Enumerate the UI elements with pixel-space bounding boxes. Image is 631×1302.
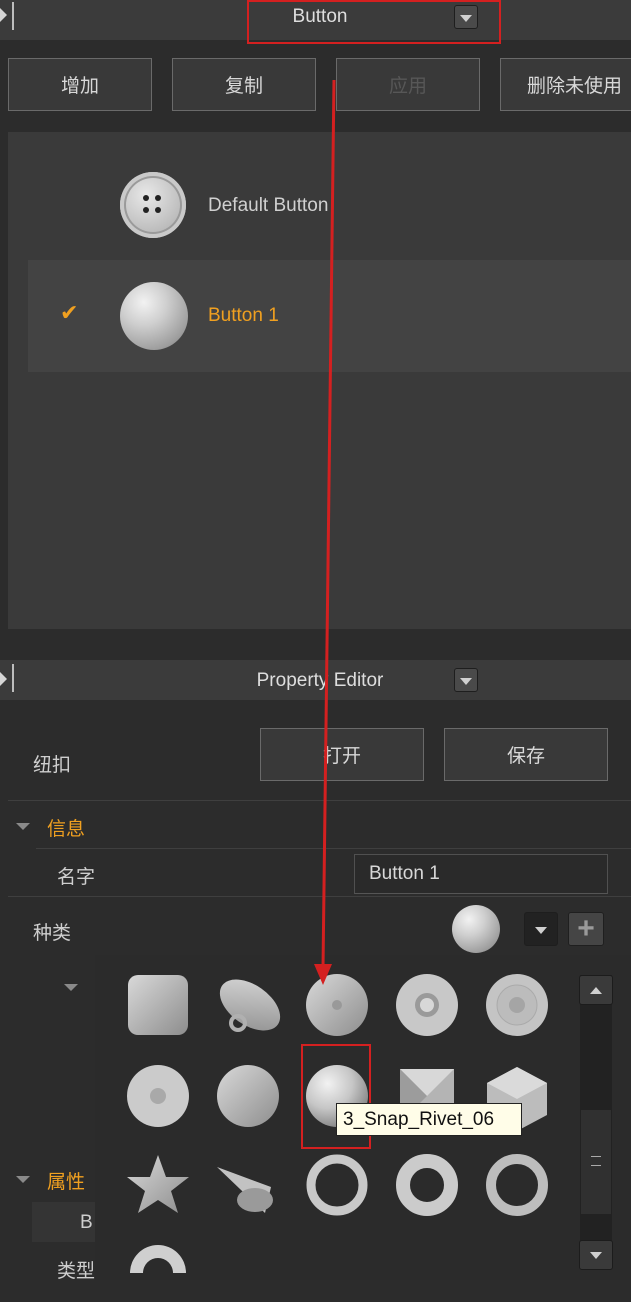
annotation-arrow [314,79,336,985]
